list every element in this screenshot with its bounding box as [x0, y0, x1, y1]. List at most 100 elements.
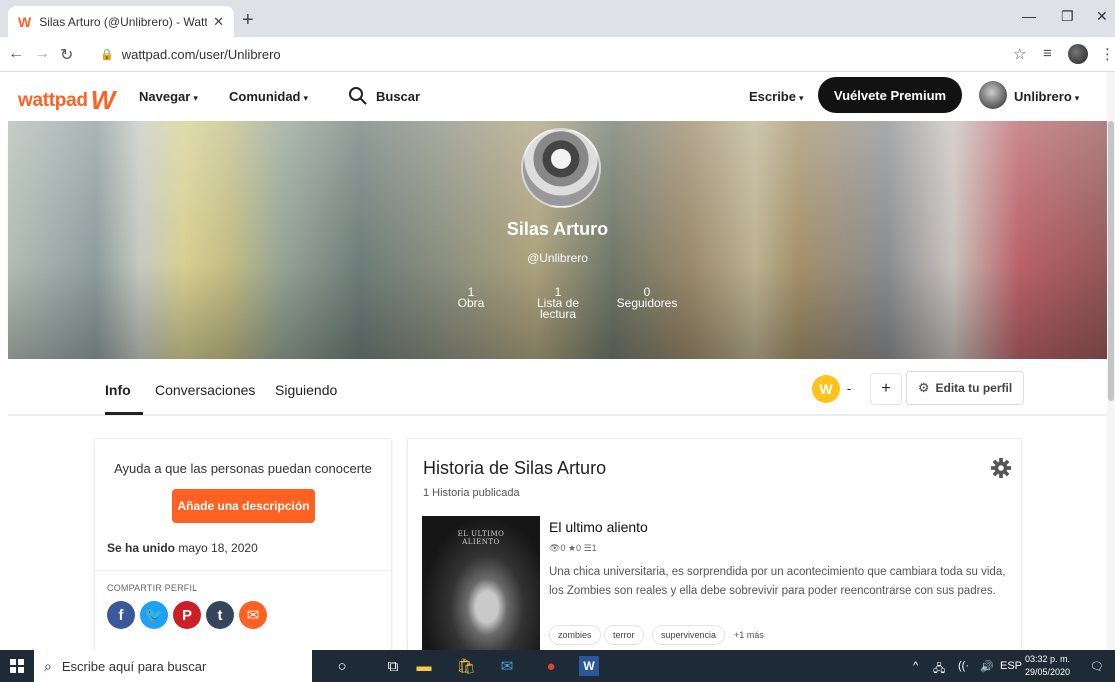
wifi-icon[interactable]: ((·: [958, 660, 969, 672]
tag-zombies[interactable]: zombies: [549, 625, 601, 645]
network-icon[interactable]: 🖧: [933, 660, 945, 679]
windows-start-icon[interactable]: [10, 659, 24, 673]
add-description-button[interactable]: Añade una descripción: [172, 489, 315, 523]
cover-title-line-2: ALIENTO: [462, 538, 500, 546]
story-title[interactable]: El ultimo aliento: [549, 519, 648, 535]
stat-followers[interactable]: 0 Seguidores: [616, 286, 678, 310]
stat-works-label: Obra: [457, 296, 485, 310]
user-avatar[interactable]: [979, 81, 1007, 109]
caret-down-icon: ▾: [193, 93, 198, 103]
profile-name: Silas Arturo: [506, 219, 609, 239]
browser-profile-avatar[interactable]: [1068, 44, 1088, 64]
community-label: Comunidad: [229, 89, 301, 104]
back-icon[interactable]: ←: [8, 45, 24, 63]
volume-icon[interactable]: 🔊: [980, 660, 994, 673]
parts-count: 1: [591, 543, 597, 553]
search-icon: ⌕: [44, 657, 52, 674]
tag-supervivencia[interactable]: supervivencia: [652, 625, 726, 645]
browser-menu-icon[interactable]: ⋮: [1100, 45, 1115, 63]
cortana-icon[interactable]: ○: [332, 656, 352, 676]
about-card: Ayuda a que las personas puedan conocert…: [94, 438, 392, 668]
mail-icon[interactable]: ✉: [497, 656, 517, 676]
user-menu[interactable]: Unlibrero ▾: [1014, 89, 1079, 104]
share-profile-label: COMPARTIR PERFIL: [107, 583, 198, 593]
file-explorer-icon[interactable]: ▬: [414, 656, 434, 676]
tab-following[interactable]: Siguiendo: [275, 382, 337, 398]
reading-list-icon[interactable]: ≡: [1043, 45, 1052, 62]
stat-lists-label-2: lectura: [539, 307, 577, 321]
tab-conversations[interactable]: Conversaciones: [155, 382, 255, 398]
word-icon[interactable]: W: [579, 656, 599, 676]
restore-icon[interactable]: ❐: [1061, 8, 1074, 25]
lock-icon: 🔒: [100, 49, 114, 61]
wattpad-logo[interactable]: wattpad W: [18, 85, 115, 116]
stat-works[interactable]: 1 Obra: [456, 286, 486, 310]
stories-title: Historia de Silas Arturo: [423, 458, 607, 478]
stories-card: Historia de Silas Arturo 1 Historia publ…: [407, 438, 1022, 668]
community-menu[interactable]: Comunidad ▾: [229, 89, 308, 104]
eye-icon: 👁: [549, 543, 561, 553]
gear-icon: ⚙: [917, 380, 930, 395]
tray-up-icon[interactable]: ^: [913, 660, 918, 672]
browser-tab-title: Silas Arturo (@Unlibrero) - Wattp: [39, 14, 208, 29]
bookmark-star-icon[interactable]: ☆: [1013, 45, 1026, 63]
close-tab-icon[interactable]: ✕: [213, 14, 224, 30]
browser-tab[interactable]: W Silas Arturo (@Unlibrero) - Wattp ✕: [8, 6, 234, 37]
browser-tab-bar: W Silas Arturo (@Unlibrero) - Wattp ✕ + …: [0, 0, 1115, 37]
cover-title-line-1: EL ULTIMO: [457, 530, 505, 538]
browse-menu[interactable]: Navegar ▾: [139, 89, 198, 104]
coin-icon[interactable]: W: [812, 375, 840, 403]
stat-reading-lists[interactable]: 1 Lista de lectura: [533, 286, 583, 321]
caret-down-icon: ▾: [303, 93, 309, 103]
forward-icon[interactable]: →: [34, 45, 50, 63]
write-menu[interactable]: Escribe ▾: [749, 89, 804, 104]
caret-down-icon: ▾: [1074, 93, 1080, 103]
url-field[interactable]: 🔒 wattpad.com/user/Unlibrero: [100, 42, 1000, 67]
search-label[interactable]: Buscar: [376, 89, 420, 104]
active-tab-underline: [105, 412, 143, 415]
edit-profile-button[interactable]: ⚙ Edita tu perfil: [906, 371, 1024, 405]
more-tags[interactable]: +1 más: [734, 630, 764, 640]
clock-time: 03:32 p. m.: [1025, 654, 1071, 664]
tag-terror[interactable]: terror: [604, 625, 644, 645]
store-icon[interactable]: 🛍: [456, 656, 476, 676]
tumblr-icon[interactable]: t: [206, 601, 234, 629]
logo-text: wattpad: [18, 89, 88, 111]
windows-taskbar: ⌕ Escribe aquí para buscar ○ ⧉ ▬ 🛍 ✉ ● W…: [0, 650, 1115, 682]
new-tab-button[interactable]: +: [242, 9, 254, 32]
premium-button[interactable]: Vuélvete Premium: [818, 77, 962, 113]
tab-info[interactable]: Info: [105, 382, 131, 398]
taskbar-search-placeholder: Escribe aquí para buscar: [61, 658, 207, 674]
profile-tabs: Info Conversaciones Siguiendo W - + ⚙ Ed…: [8, 359, 1107, 416]
task-view-icon[interactable]: ⧉: [383, 656, 403, 676]
search-icon[interactable]: [348, 86, 368, 106]
profile-banner: Silas Arturo @Unlibrero 1 Obra 1 Lista d…: [8, 121, 1107, 359]
clock[interactable]: 03:32 p. m. 29/05/2020: [1025, 653, 1070, 679]
twitter-icon[interactable]: 🐦: [140, 601, 168, 629]
close-window-icon[interactable]: ✕: [1096, 8, 1108, 25]
minimize-icon[interactable]: —: [1022, 8, 1036, 24]
language-indicator[interactable]: ESP: [1000, 660, 1022, 672]
story-count: 1 Historia publicada: [423, 487, 520, 499]
clock-date: 29/05/2020: [1025, 667, 1071, 677]
settings-gear-icon[interactable]: [990, 457, 1012, 479]
stat-followers-label: Seguidores: [616, 296, 678, 310]
reload-icon[interactable]: ↻: [60, 45, 73, 65]
story-stats: 👁0 ★0 ☰1: [549, 543, 597, 554]
url-text: wattpad.com/user/Unlibrero: [121, 47, 281, 62]
email-icon[interactable]: ✉: [239, 601, 267, 629]
coin-count: -: [847, 381, 852, 396]
votes-count: 0: [576, 543, 582, 553]
pinterest-icon[interactable]: P: [173, 601, 201, 629]
chrome-icon[interactable]: ●: [541, 656, 561, 676]
facebook-icon[interactable]: f: [107, 601, 135, 629]
profile-avatar: [521, 128, 601, 208]
joined-date: Se ha unido mayo 18, 2020: [107, 541, 258, 555]
story-description: Una chica universitaria, es sorprendida …: [549, 566, 1006, 597]
buy-coins-button[interactable]: +: [870, 373, 902, 405]
story-cover[interactable]: EL ULTIMO ALIENTO: [422, 516, 540, 656]
taskbar-search[interactable]: ⌕ Escribe aquí para buscar: [34, 650, 312, 682]
notifications-icon[interactable]: 🗨: [1090, 660, 1104, 673]
browse-label: Navegar: [139, 89, 191, 104]
scrollbar-thumb[interactable]: [1108, 121, 1114, 401]
